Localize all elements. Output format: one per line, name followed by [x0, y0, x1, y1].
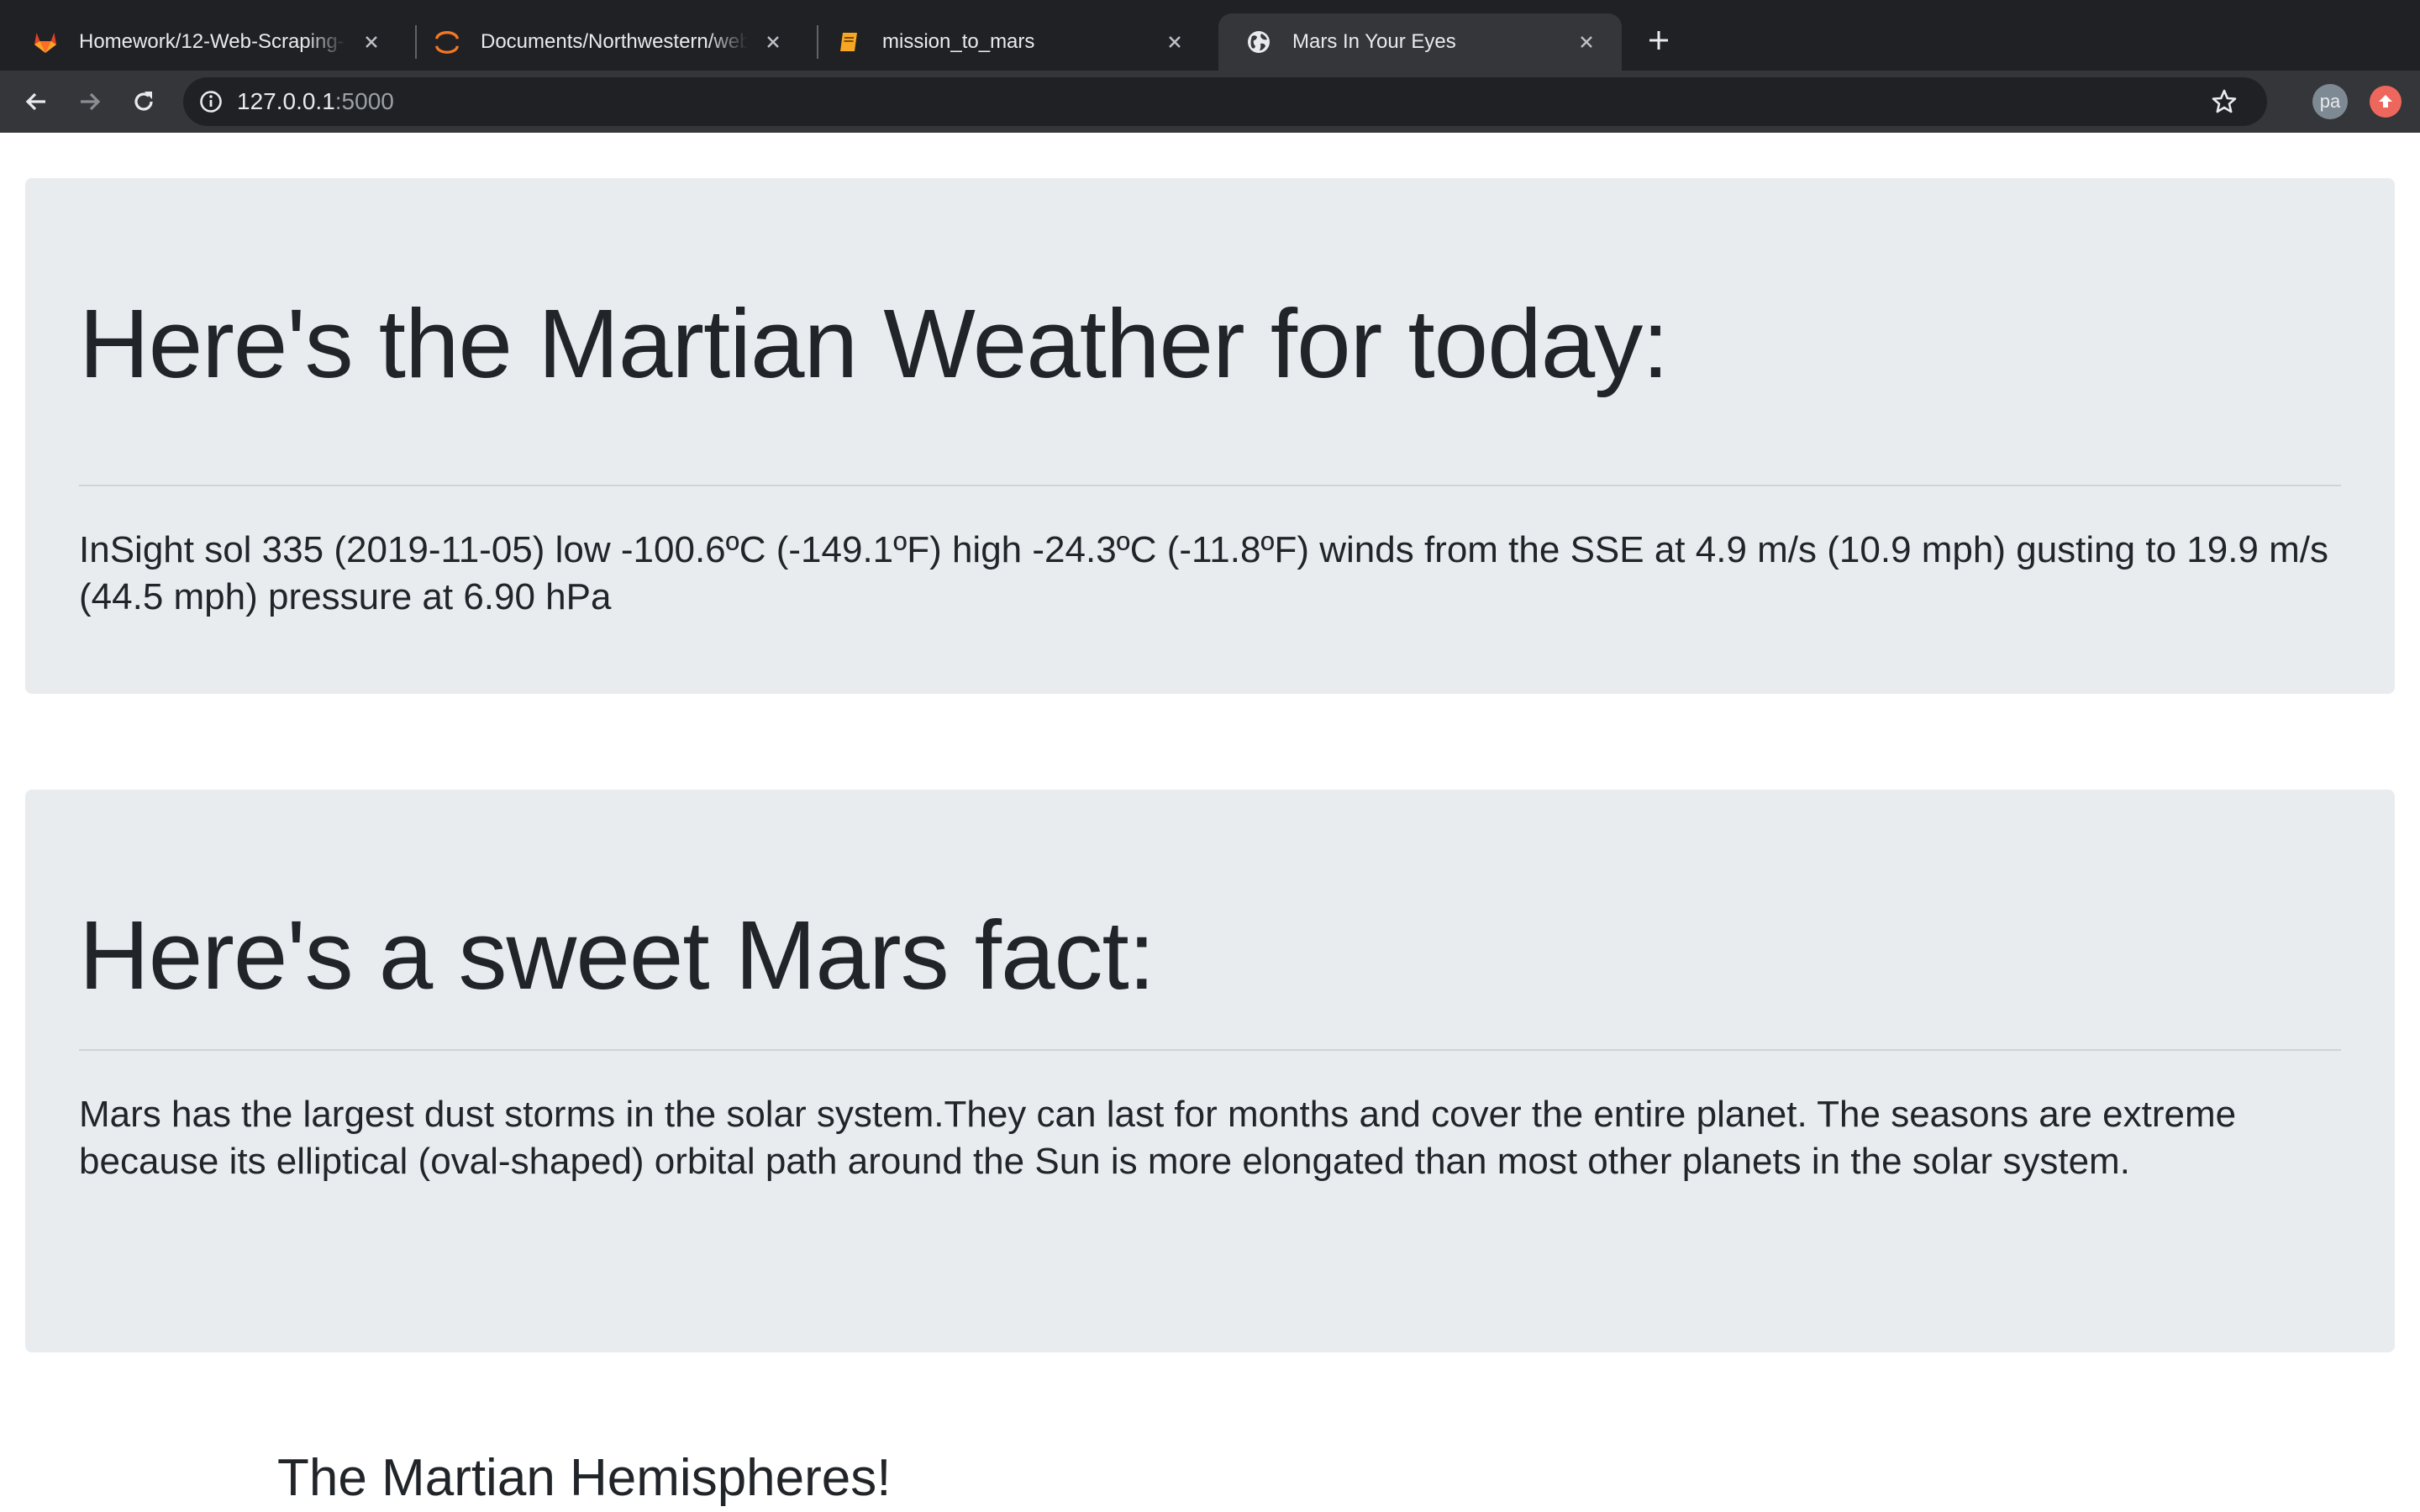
gitlab-fox-icon: [32, 29, 59, 55]
tab-title: Mars In Your Eyes: [1292, 30, 1456, 53]
jupyter-icon: [434, 29, 460, 55]
reload-button[interactable]: [124, 82, 163, 121]
weather-jumbotron: Here's the Martian Weather for today: In…: [25, 178, 2395, 694]
browser-toolbar: 127.0.0.1:5000 pa: [0, 71, 2420, 133]
bookmark-star-icon[interactable]: [2210, 87, 2238, 116]
plus-icon: [1649, 31, 1668, 50]
forward-button[interactable]: [71, 82, 109, 121]
reload-icon: [134, 92, 153, 111]
arrow-left-icon: [25, 92, 45, 111]
fact-text: Mars has the largest dust storms in the …: [79, 1094, 2237, 1182]
divider: [79, 485, 2341, 486]
back-button[interactable]: [17, 82, 55, 121]
close-tab-icon[interactable]: [360, 30, 383, 54]
close-tab-icon[interactable]: [1163, 30, 1186, 54]
new-tab-button[interactable]: [1642, 24, 1676, 57]
url-text: 127.0.0.1:5000: [237, 88, 394, 115]
tab-homework[interactable]: Homework/12-Web-Scraping-a: [5, 13, 407, 71]
globe-icon: [1245, 29, 1272, 55]
arrow-up-icon: [2379, 95, 2392, 108]
url-host: 127.0.0.1: [237, 88, 335, 114]
tab-title: Homework/12-Web-Scraping-a: [79, 30, 346, 53]
tab-title: mission_to_mars: [882, 30, 1035, 53]
tab-title: Documents/Northwestern/web: [481, 30, 748, 53]
tab-mars-in-your-eyes[interactable]: Mars In Your Eyes: [1218, 13, 1622, 71]
divider: [79, 1049, 2341, 1051]
tab-mission-to-mars[interactable]: mission_to_mars: [808, 13, 1210, 71]
weather-heading: Here's the Martian Weather for today:: [79, 289, 1669, 398]
tab-documents[interactable]: Documents/Northwestern/web: [407, 13, 808, 71]
fact-jumbotron: Here's a sweet Mars fact: Mars has the l…: [25, 790, 2395, 1352]
address-bar[interactable]: 127.0.0.1:5000: [183, 77, 2267, 126]
close-tab-icon[interactable]: [761, 30, 785, 54]
url-port: :5000: [334, 88, 394, 114]
fact-heading: Here's a sweet Mars fact:: [79, 900, 1155, 1010]
arrow-right-icon: [81, 92, 101, 111]
update-button[interactable]: [2370, 86, 2402, 118]
weather-text: InSight sol 335 (2019-11-05) low -100.6º…: [79, 529, 2328, 617]
info-icon[interactable]: [198, 89, 224, 114]
close-tab-icon[interactable]: [1575, 30, 1598, 54]
notebook-icon: [835, 29, 862, 55]
page-viewport: Here's the Martian Weather for today: In…: [0, 133, 2420, 1512]
hemispheres-heading: The Martian Hemispheres!: [277, 1449, 892, 1507]
tab-strip: Homework/12-Web-Scraping-a Documents/Nor…: [0, 0, 2420, 71]
profile-avatar[interactable]: pa: [2312, 84, 2348, 119]
